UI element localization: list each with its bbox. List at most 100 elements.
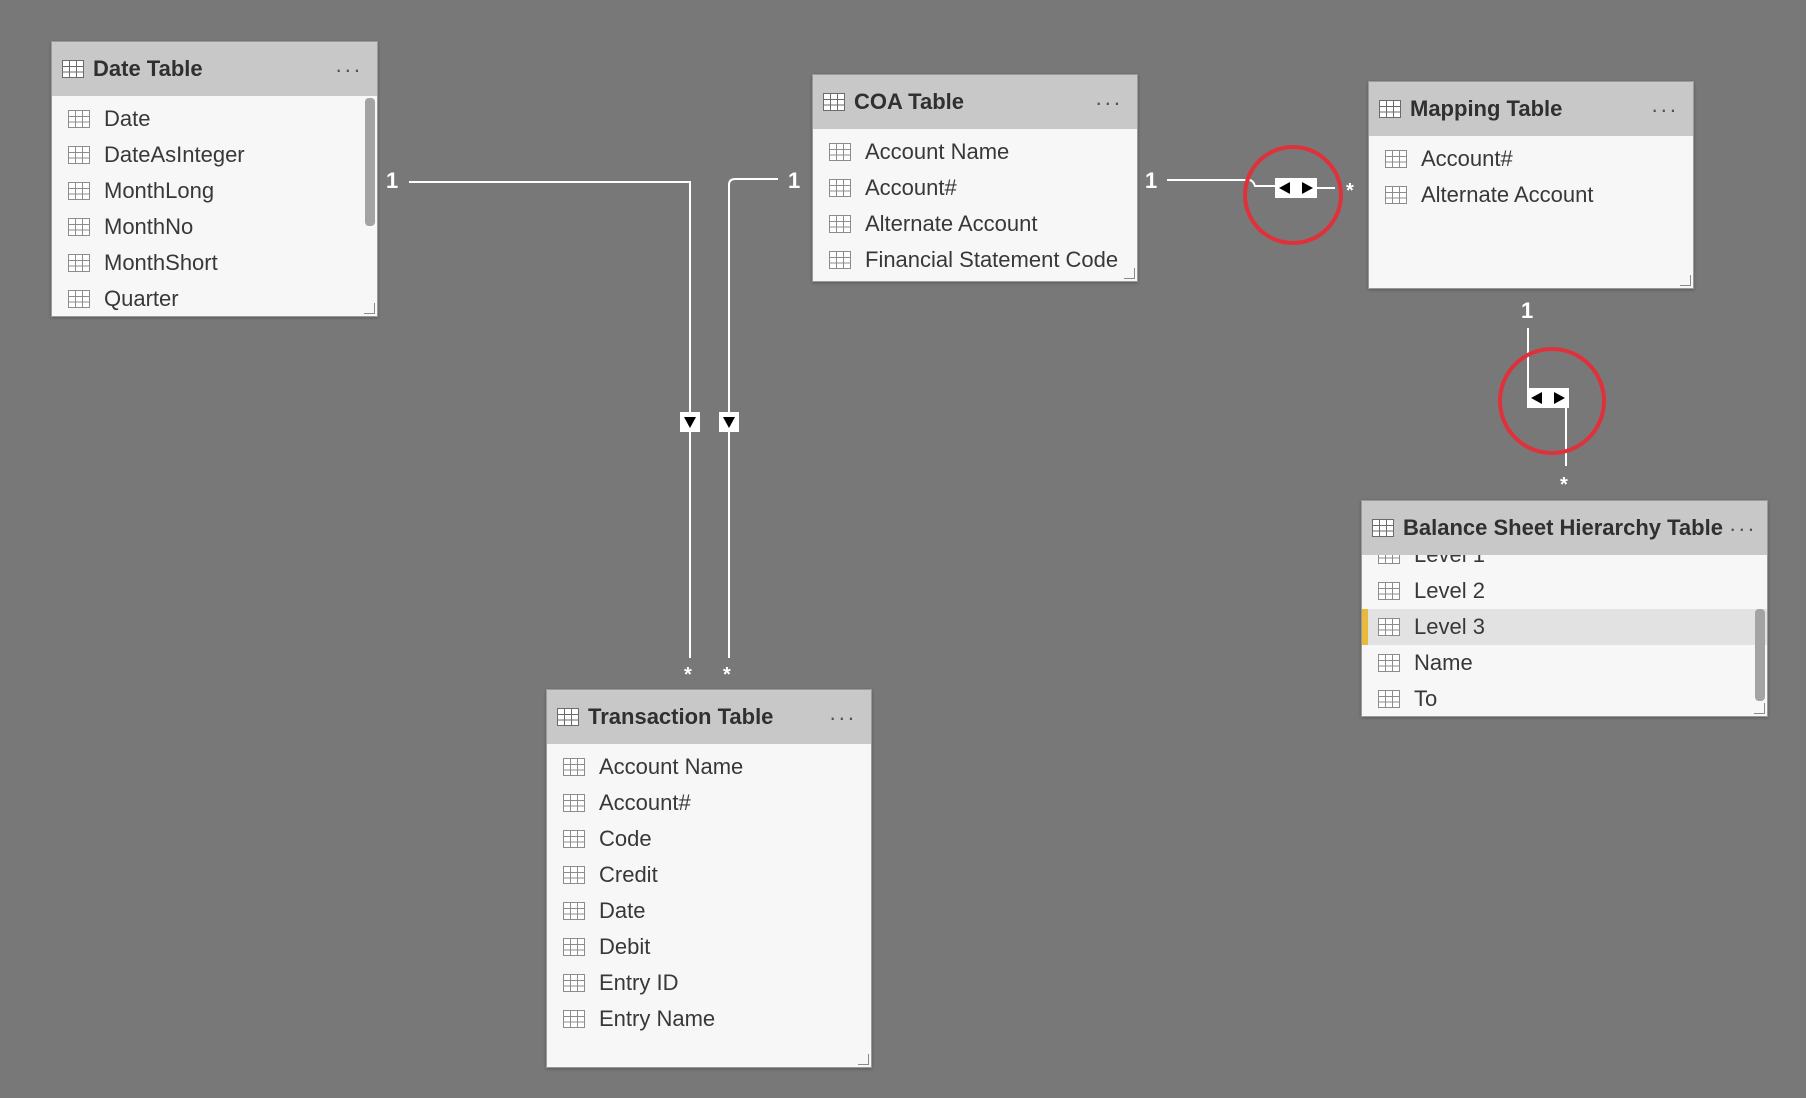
table-icon (563, 866, 585, 884)
field-row[interactable]: Code (547, 821, 871, 857)
table-title: Mapping Table (1410, 96, 1563, 121)
table-icon (62, 60, 84, 78)
table-title: COA Table (854, 89, 965, 114)
table-icon (829, 251, 851, 269)
table-icon (1372, 519, 1394, 537)
field-row[interactable]: Account Name (813, 134, 1137, 170)
table-icon (68, 254, 90, 272)
transaction-table-header[interactable]: Transaction Table ... (547, 690, 871, 744)
table-icon (1379, 100, 1401, 118)
transaction-table-card[interactable]: Transaction Table ... Account Name Accou… (546, 689, 872, 1068)
field-row[interactable]: Account# (1369, 141, 1693, 177)
ellipsis-icon[interactable]: ... (336, 52, 363, 78)
table-icon (563, 1010, 585, 1028)
table-title: Transaction Table (588, 704, 774, 729)
field-name: Account Name (599, 754, 744, 779)
resize-handle[interactable] (1124, 268, 1135, 279)
mapping-table-card[interactable]: Mapping Table ... Account# Alternate Acc… (1368, 81, 1694, 289)
field-row[interactable]: Entry ID (547, 965, 871, 1001)
resize-handle[interactable] (1754, 703, 1765, 714)
relationship-coa-mapping[interactable] (1167, 145, 1343, 245)
field-list: Level 1 Level 2 Level 3 Name To (1362, 542, 1767, 716)
field-name: Credit (599, 862, 658, 887)
resize-handle[interactable] (1680, 275, 1691, 286)
table-icon (68, 146, 90, 164)
date-table-header[interactable]: Date Table ... (52, 42, 377, 96)
ellipsis-icon[interactable]: ... (1730, 511, 1757, 537)
highlight-circle (1498, 347, 1606, 455)
field-name: MonthLong (104, 178, 215, 203)
ellipsis-icon[interactable]: ... (830, 700, 857, 726)
table-icon (1385, 150, 1407, 168)
table-icon (1378, 654, 1400, 672)
field-row-selected[interactable]: Level 3 (1362, 609, 1767, 645)
field-row[interactable]: To (1362, 681, 1767, 716)
relationship-mapping-balance[interactable] (1498, 328, 1606, 466)
scrollbar[interactable] (1755, 609, 1765, 701)
field-name: MonthNo (104, 214, 194, 239)
field-name: Debit (599, 934, 651, 959)
cardinality-many-transaction-date: * (684, 664, 692, 686)
field-row[interactable]: Debit (547, 929, 871, 965)
model-diagram-canvas[interactable]: 1 * 1 * 1 * 1 * Date Table ... Date Date… (0, 0, 1806, 1098)
coa-table-header[interactable]: COA Table ... (813, 75, 1137, 129)
cardinality-many-transaction-coa: * (723, 664, 731, 686)
highlight-circle (1243, 145, 1343, 245)
cardinality-one-coa-right: 1 (1145, 168, 1158, 193)
relationship-date-transaction[interactable] (409, 181, 700, 658)
field-row[interactable]: Quarter (52, 281, 377, 316)
field-name: Alternate Account (1421, 182, 1594, 207)
field-name: Code (599, 826, 652, 851)
table-title: Balance Sheet Hierarchy Table (1403, 515, 1723, 540)
field-row[interactable]: DateAsInteger (52, 137, 377, 173)
mapping-table-header[interactable]: Mapping Table ... (1369, 82, 1693, 136)
field-row[interactable]: Account# (813, 170, 1137, 206)
date-table-card[interactable]: Date Table ... Date DateAsInteger MonthL… (51, 41, 378, 317)
table-icon (68, 110, 90, 128)
field-row[interactable]: MonthNo (52, 209, 377, 245)
field-row[interactable]: Alternate Account (813, 206, 1137, 242)
balance-sheet-hierarchy-table-card[interactable]: Level 1 Level 2 Level 3 Name To Balance … (1361, 500, 1768, 717)
field-name: Level 3 (1414, 614, 1485, 639)
resize-handle[interactable] (364, 303, 375, 314)
field-list: Account Name Account# Alternate Account … (813, 129, 1137, 281)
field-row[interactable]: Date (547, 893, 871, 929)
table-icon (557, 708, 579, 726)
field-row[interactable]: Alternate Account (1369, 177, 1693, 213)
field-row[interactable]: Financial Statement Code (813, 242, 1137, 278)
field-list: Date DateAsInteger MonthLong MonthNo Mon… (52, 96, 377, 316)
field-name: Financial Statement Code (865, 247, 1119, 272)
field-row[interactable]: Account Name (547, 749, 871, 785)
scrollbar[interactable] (365, 98, 375, 226)
field-row[interactable]: Account# (547, 785, 871, 821)
relationship-coa-transaction[interactable] (719, 178, 778, 658)
field-name: Account# (599, 790, 691, 815)
field-name: Date (599, 898, 646, 923)
ellipsis-icon[interactable]: ... (1652, 92, 1679, 118)
table-icon (563, 758, 585, 776)
table-icon (563, 794, 585, 812)
field-row[interactable]: MonthLong (52, 173, 377, 209)
field-name: Entry Name (599, 1006, 716, 1031)
balance-sheet-hierarchy-table-header[interactable]: Balance Sheet Hierarchy Table ... (1362, 501, 1767, 555)
field-name: DateAsInteger (104, 142, 245, 167)
table-icon (563, 974, 585, 992)
resize-handle[interactable] (858, 1054, 869, 1065)
cardinality-one-coa-left: 1 (788, 168, 801, 193)
field-row[interactable]: Name (1362, 645, 1767, 681)
field-row[interactable]: MonthShort (52, 245, 377, 281)
table-icon (1378, 690, 1400, 708)
field-name: MonthShort (104, 250, 218, 275)
field-row[interactable]: Date (52, 101, 377, 137)
field-name: To (1414, 686, 1438, 711)
table-icon (829, 179, 851, 197)
ellipsis-icon[interactable]: ... (1096, 85, 1123, 111)
coa-table-card[interactable]: COA Table ... Account Name Account# Alte… (812, 74, 1138, 282)
field-row[interactable]: Credit (547, 857, 871, 893)
table-icon (823, 93, 845, 111)
field-row[interactable]: Level 2 (1362, 573, 1767, 609)
cardinality-one-mapping: 1 (1521, 298, 1534, 323)
field-name: Account# (865, 175, 957, 200)
field-list: Account Name Account# Code Credit Date D… (547, 744, 871, 1067)
field-row[interactable]: Entry Name (547, 1001, 871, 1037)
